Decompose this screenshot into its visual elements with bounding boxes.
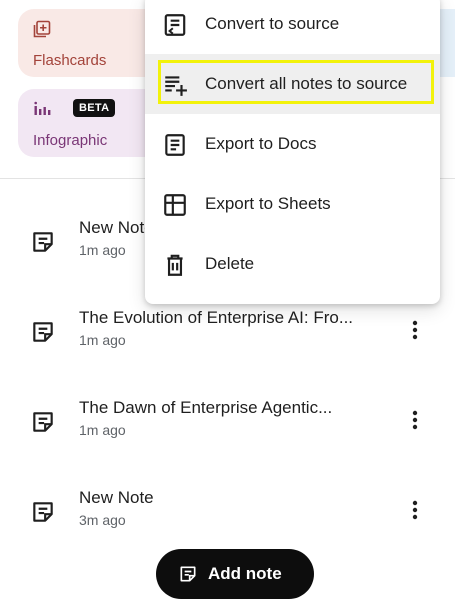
- infographic-label: Infographic: [33, 132, 108, 149]
- more-options-icon[interactable]: [404, 407, 426, 433]
- flashcards-icon: [33, 20, 51, 38]
- menu-item-export-sheets[interactable]: Export to Sheets: [145, 174, 440, 234]
- menu-item-export-docs[interactable]: Export to Docs: [145, 114, 440, 174]
- note-title: New Note: [79, 218, 154, 237]
- note-item[interactable]: The Dawn of Enterprise Agentic... 1m ago: [0, 391, 455, 451]
- note-item[interactable]: The Evolution of Enterprise AI: Fro... 1…: [0, 301, 455, 361]
- menu-item-label: Convert all notes to source: [205, 74, 408, 93]
- beta-badge: BETA: [73, 99, 116, 117]
- note-context-menu: Convert to source Convert all notes to s…: [145, 0, 440, 304]
- playlist-add-icon: [165, 76, 187, 96]
- menu-item-label: Export to Docs: [205, 134, 317, 153]
- menu-item-convert-all-notes[interactable]: Convert all notes to source: [145, 54, 440, 114]
- infographic-icon: [34, 101, 51, 115]
- note-title: The Evolution of Enterprise AI: Fro...: [79, 308, 354, 327]
- note-time: 1m ago: [79, 242, 126, 258]
- trash-icon: [167, 254, 183, 276]
- note-title: New Note: [79, 488, 154, 507]
- note-icon: [33, 232, 53, 252]
- menu-item-label: Convert to source: [205, 14, 340, 33]
- add-note-label: Add note: [208, 564, 282, 583]
- note-item[interactable]: New Note 3m ago: [0, 481, 455, 541]
- note-icon: [180, 566, 196, 582]
- note-title: The Dawn of Enterprise Agentic...: [79, 398, 333, 417]
- docs-icon: [165, 134, 185, 156]
- note-time: 3m ago: [79, 512, 126, 528]
- note-time: 1m ago: [79, 332, 126, 348]
- note-icon: [33, 502, 53, 522]
- menu-item-label: Delete: [205, 254, 255, 273]
- menu-item-label: Export to Sheets: [205, 194, 331, 213]
- menu-item-delete[interactable]: Delete: [145, 234, 440, 294]
- add-note-button[interactable]: Add note: [156, 549, 314, 599]
- convert-source-icon: [164, 14, 186, 36]
- menu-item-convert-to-source[interactable]: Convert to source: [145, 0, 440, 54]
- more-options-icon[interactable]: [404, 317, 426, 343]
- note-time: 1m ago: [79, 422, 126, 438]
- more-options-icon[interactable]: [404, 497, 426, 523]
- flashcards-label: Flashcards: [33, 52, 107, 69]
- note-icon: [33, 412, 53, 432]
- sheets-icon: [164, 194, 186, 216]
- note-icon: [33, 322, 53, 342]
